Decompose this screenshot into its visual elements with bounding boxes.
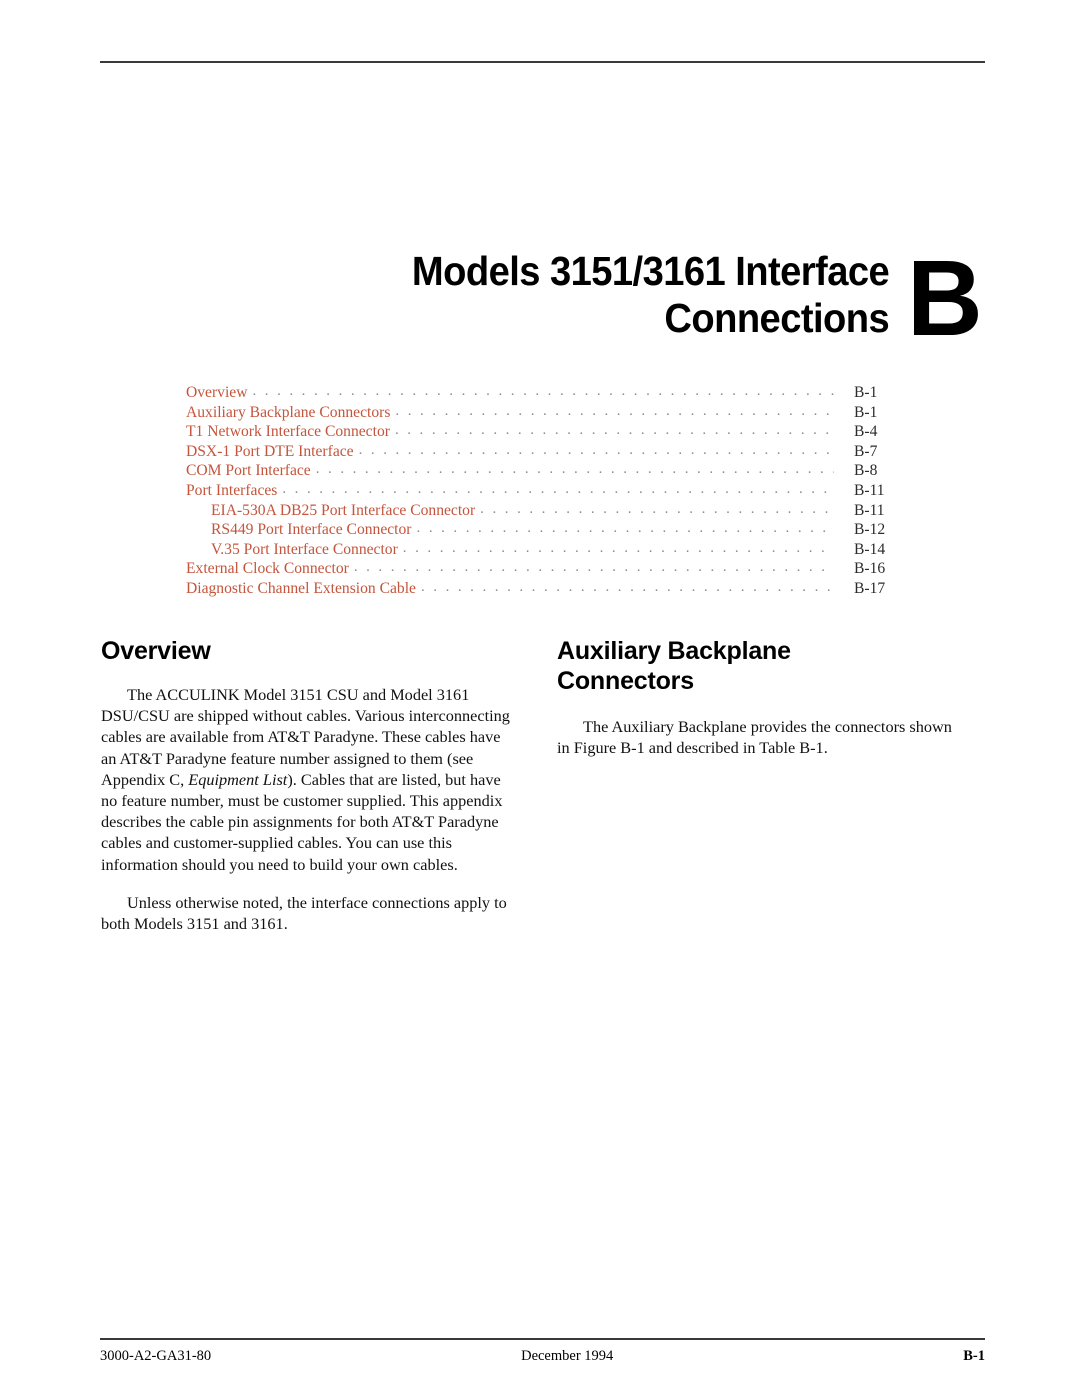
toc-leader-dots: . . . . . . . . . . . . . . . . . . . . … [315,461,834,478]
table-of-contents: Overview. . . . . . . . . . . . . . . . … [186,383,916,599]
toc-entry-label: DSX-1 Port DTE Interface [186,442,354,460]
toc-entry[interactable]: DSX-1 Port DTE Interface. . . . . . . . … [186,442,916,462]
section-heading-overview: Overview [101,637,211,665]
toc-leader-dots: . . . . . . . . . . . . . . . . . . . . … [416,520,834,537]
section-heading-line-1: Auxiliary Backplane [557,637,791,665]
toc-entry-page-number: B-12 [854,521,886,539]
toc-entry-label: Auxiliary Backplane Connectors [186,403,391,421]
toc-entry[interactable]: Diagnostic Channel Extension Cable. . . … [186,579,916,599]
toc-leader-dots: . . . . . . . . . . . . . . . . . . . . … [252,383,834,399]
toc-entry-label: RS449 Port Interface Connector [211,521,412,539]
auxiliary-backplane-paragraph-1: The Auxiliary Backplane provides the con… [557,717,952,758]
toc-entry-label: T1 Network Interface Connector [186,423,390,441]
toc-entry[interactable]: COM Port Interface. . . . . . . . . . . … [186,461,916,481]
page-footer: 3000-A2-GA31-80 December 1994 B-1 [100,1348,985,1365]
toc-entry-label: Port Interfaces [186,481,278,499]
overview-paragraph-2: Unless otherwise noted, the interface co… [101,892,507,934]
toc-entry-page-number: B-4 [854,423,878,441]
toc-leader-dots: . . . . . . . . . . . . . . . . . . . . … [394,422,834,439]
toc-entry[interactable]: Auxiliary Backplane Connectors. . . . . … [186,403,916,423]
toc-entry-label: External Clock Connector [186,560,349,578]
header-rule [100,61,985,63]
section-heading-line-2: Connectors [557,667,694,695]
toc-leader-dots: . . . . . . . . . . . . . . . . . . . . … [402,539,834,556]
toc-entry[interactable]: Port Interfaces. . . . . . . . . . . . .… [186,481,916,501]
toc-entry-page-number: B-17 [854,579,886,597]
footer-date: December 1994 [521,1348,614,1364]
toc-entry-page-number: B-7 [854,442,878,460]
toc-entry-page-number: B-16 [854,560,886,578]
chapter-title: Models 3151/3161 Interface Connections [411,248,890,342]
chapter-title-line-2: Connections [664,295,889,341]
toc-entry-label: COM Port Interface [186,462,311,480]
toc-entry[interactable]: V.35 Port Interface Connector. . . . . .… [186,540,916,560]
chapter-title-line-1: Models 3151/3161 Interface [411,248,890,294]
footer-rule [100,1338,985,1340]
toc-leader-dots: . . . . . . . . . . . . . . . . . . . . … [358,441,834,458]
chapter-title-block: Models 3151/3161 Interface Connections B [150,237,985,358]
toc-entry[interactable]: Overview. . . . . . . . . . . . . . . . … [186,383,916,403]
toc-entry-page-number: B-1 [854,403,878,421]
overview-paragraph-1: The ACCULINK Model 3151 CSU and Model 31… [101,684,515,875]
toc-entry-page-number: B-14 [854,540,886,558]
toc-entry[interactable]: EIA-530A DB25 Port Interface Connector. … [186,501,916,521]
toc-entry-label: Diagnostic Channel Extension Cable [186,579,416,597]
toc-leader-dots: . . . . . . . . . . . . . . . . . . . . … [395,402,834,419]
toc-entry-label: V.35 Port Interface Connector [211,540,398,558]
toc-entry[interactable]: T1 Network Interface Connector. . . . . … [186,422,916,442]
toc-entry-page-number: B-11 [854,501,885,519]
footer-page-number: B-1 [963,1348,985,1364]
toc-entry-page-number: B-11 [854,481,885,499]
left-column: Overview The ACCULINK Model 3151 CSU and… [101,636,515,934]
toc-entry-label: Overview [186,384,248,401]
section-heading-auxiliary-backplane-connectors: Auxiliary Backplane Connectors [557,636,957,696]
toc-entry[interactable]: External Clock Connector. . . . . . . . … [186,559,916,579]
toc-entry[interactable]: RS449 Port Interface Connector. . . . . … [186,520,916,540]
chapter-letter: B [907,237,983,358]
toc-leader-dots: . . . . . . . . . . . . . . . . . . . . … [480,500,834,517]
right-column: Auxiliary Backplane Connectors The Auxil… [557,636,957,758]
overview-paragraph-1-italic: Equipment List [188,769,288,789]
toc-entry-label: EIA-530A DB25 Port Interface Connector [211,501,476,519]
toc-entry-page-number: B-1 [854,384,878,401]
toc-leader-dots: . . . . . . . . . . . . . . . . . . . . … [282,480,834,497]
toc-entry-page-number: B-8 [854,462,878,480]
toc-leader-dots: . . . . . . . . . . . . . . . . . . . . … [420,578,834,595]
document-page: Models 3151/3161 Interface Connections B… [0,0,1080,1397]
toc-leader-dots: . . . . . . . . . . . . . . . . . . . . … [353,559,834,576]
